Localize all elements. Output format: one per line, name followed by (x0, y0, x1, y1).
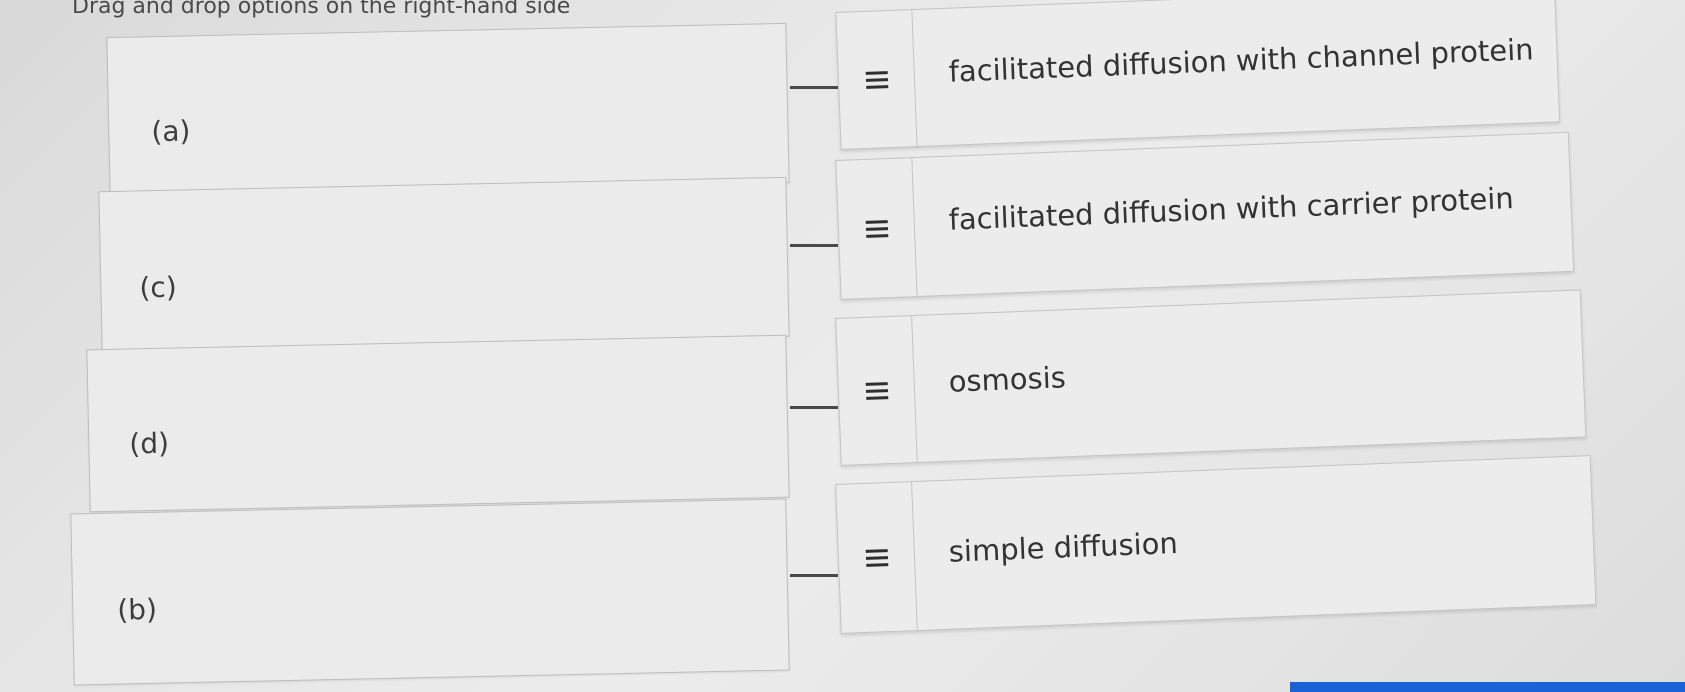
connector-line (790, 244, 838, 247)
drop-slot-b[interactable]: (b) (70, 498, 790, 686)
drag-handle-icon (865, 219, 888, 238)
connector-line (790, 86, 838, 89)
option-carrier-protein[interactable]: facilitated diffusion with carrier prote… (835, 131, 1575, 300)
drop-slot-c[interactable]: (c) (98, 176, 790, 352)
drag-handle[interactable] (836, 158, 918, 299)
option-text: facilitated diffusion with channel prote… (948, 32, 1535, 89)
drag-handle[interactable] (836, 10, 918, 149)
drag-handle-icon (865, 70, 888, 89)
connector-line (790, 574, 838, 577)
drop-slot-d[interactable]: (d) (86, 334, 790, 513)
drag-handle-icon (865, 381, 888, 400)
drop-slot-a[interactable]: (a) (106, 22, 790, 198)
option-simple-diffusion[interactable]: simple diffusion (835, 455, 1597, 634)
bottom-accent-bar (1290, 682, 1685, 692)
option-text: osmosis (948, 360, 1067, 399)
drag-handle-icon (865, 548, 888, 567)
slot-label-d: (d) (129, 426, 170, 461)
option-osmosis[interactable]: osmosis (835, 289, 1587, 466)
slot-label-c: (c) (139, 270, 178, 305)
option-text: facilitated diffusion with carrier prote… (948, 181, 1515, 237)
drag-handle[interactable] (836, 316, 918, 465)
option-text: simple diffusion (948, 525, 1179, 569)
option-channel-protein[interactable]: facilitated diffusion with channel prote… (835, 0, 1561, 150)
slot-label-a: (a) (151, 114, 191, 149)
connector-line (790, 406, 838, 409)
instructions-text: Drag and drop options on the right-hand … (72, 0, 571, 19)
slot-label-b: (b) (116, 592, 158, 627)
drag-handle[interactable] (836, 482, 918, 633)
